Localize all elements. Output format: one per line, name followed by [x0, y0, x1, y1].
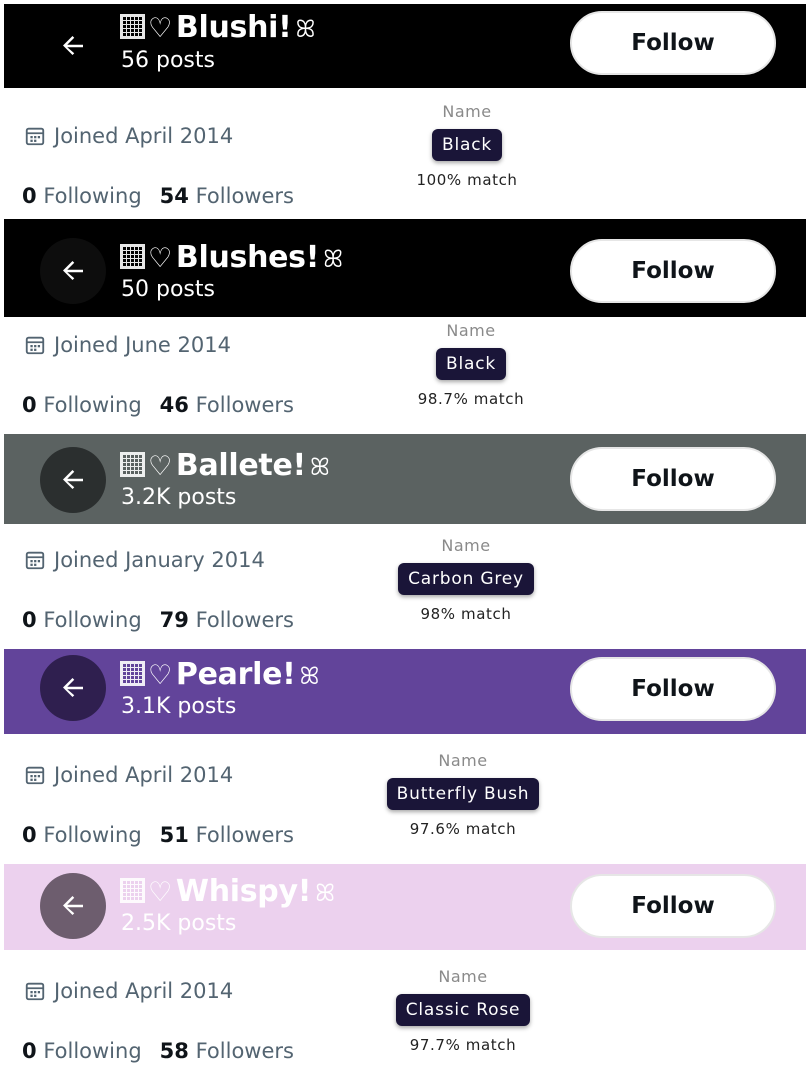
joined-date: Joined April 2014	[24, 763, 233, 787]
joined-date: Joined April 2014	[24, 124, 233, 148]
profile-info: Joined April 2014 0 Following 51 Follower…	[0, 734, 810, 864]
post-count: 2.5K posts	[121, 911, 237, 936]
back-arrow-icon	[63, 261, 83, 280]
back-arrow-icon	[63, 678, 83, 697]
ribbon-bow-icon: ꕤ	[299, 662, 320, 690]
color-name-label: Name	[438, 967, 488, 986]
profile-name: ♡ Ballete! ꕤ	[120, 448, 330, 483]
calendar-icon	[25, 766, 45, 785]
back-button[interactable]	[40, 447, 106, 513]
follow-button[interactable]: Follow	[570, 239, 776, 303]
profile-header: ♡ Whispy! ꕤ 2.5K posts Follow	[4, 864, 806, 950]
ribbon-bow-icon: ꕤ	[295, 15, 316, 43]
color-name-pill: Butterfly Bush	[386, 778, 540, 810]
post-count: 3.2K posts	[121, 485, 237, 510]
following-link[interactable]: 0 Following	[22, 184, 142, 208]
profile-info: Joined June 2014 0 Following 46 Followers…	[0, 317, 810, 434]
ribbon-bow-icon: ꕤ	[323, 245, 343, 273]
profile-header: ♡ Ballete! ꕤ 3.2K posts Follow	[4, 434, 806, 524]
color-match-percent: 97.6% match	[409, 820, 517, 838]
color-name-label: Name	[446, 321, 496, 340]
follow-button[interactable]: Follow	[570, 11, 776, 75]
heart-outline-icon: ♡	[148, 451, 172, 482]
followers-link[interactable]: 51 Followers	[160, 823, 294, 847]
followers-link[interactable]: 46 Followers	[160, 393, 294, 417]
grid-square-icon	[120, 661, 145, 686]
color-match-card: Name Butterfly Bush 97.6% match	[363, 751, 563, 838]
profile-name: ♡ Blushi! ꕤ	[120, 10, 315, 45]
heart-outline-icon: ♡	[148, 13, 172, 44]
followers-link[interactable]: 58 Followers	[160, 1039, 294, 1063]
follow-stats: 0 Following 79 Followers	[22, 608, 294, 632]
follow-button[interactable]: Follow	[570, 447, 776, 511]
profile-name: ♡ Blushes! ꕤ	[120, 240, 343, 275]
profile-header: ♡ Blushi! ꕤ 56 posts Follow	[4, 4, 806, 88]
heart-outline-icon: ♡	[148, 243, 172, 274]
heart-outline-icon: ♡	[148, 660, 172, 691]
ribbon-bow-icon: ꕤ	[315, 879, 335, 907]
post-count: 3.1K posts	[121, 694, 237, 719]
following-link[interactable]: 0 Following	[22, 1039, 142, 1063]
color-match-card: Name Carbon Grey 98% match	[386, 536, 546, 623]
back-arrow-icon	[63, 36, 83, 55]
profile-name: ♡ Pearle! ꕤ	[120, 657, 319, 692]
color-name-pill: Carbon Grey	[398, 563, 534, 595]
following-link[interactable]: 0 Following	[22, 823, 142, 847]
joined-date: Joined January 2014	[24, 548, 265, 572]
follow-stats: 0 Following 46 Followers	[22, 393, 294, 417]
grid-square-icon	[120, 878, 145, 903]
color-match-percent: 98% match	[420, 605, 512, 623]
followers-link[interactable]: 54 Followers	[160, 184, 294, 208]
joined-date: Joined June 2014	[24, 333, 231, 357]
back-button[interactable]	[40, 13, 106, 79]
color-match-card: Name Black 98.7% match	[391, 321, 551, 408]
follow-stats: 0 Following 54 Followers	[22, 184, 294, 208]
follow-stats: 0 Following 58 Followers	[22, 1039, 294, 1063]
post-count: 50 posts	[121, 277, 215, 302]
follow-button[interactable]: Follow	[570, 874, 776, 938]
back-arrow-icon	[63, 896, 83, 915]
ribbon-bow-icon: ꕤ	[309, 453, 330, 481]
follow-button[interactable]: Follow	[570, 657, 776, 721]
color-name-pill: Black	[436, 348, 506, 380]
following-link[interactable]: 0 Following	[22, 608, 142, 632]
profile-info: Joined April 2014 0 Following 54 Follower…	[0, 88, 810, 218]
color-name-label: Name	[441, 536, 491, 555]
color-name-pill: Black	[432, 129, 502, 161]
followers-link[interactable]: 79 Followers	[160, 608, 294, 632]
following-link[interactable]: 0 Following	[22, 393, 142, 417]
profile-info: Joined January 2014 0 Following 79 Follow…	[0, 524, 810, 649]
color-match-card: Name Black 100% match	[387, 102, 547, 189]
post-count: 56 posts	[121, 48, 215, 73]
grid-square-icon	[120, 452, 145, 477]
back-button[interactable]	[40, 873, 106, 939]
color-name-pill: Classic Rose	[395, 994, 531, 1026]
color-match-percent: 98.7% match	[417, 390, 525, 408]
calendar-icon	[25, 982, 45, 1001]
calendar-icon	[25, 127, 45, 146]
back-button[interactable]	[40, 655, 106, 721]
calendar-icon	[25, 336, 45, 355]
follow-stats: 0 Following 51 Followers	[22, 823, 294, 847]
color-match-percent: 97.7% match	[409, 1036, 517, 1054]
color-match-card: Name Classic Rose 97.7% match	[373, 967, 553, 1054]
color-name-label: Name	[442, 102, 492, 121]
profile-header: ♡ Blushes! ꕤ 50 posts Follow	[4, 219, 806, 317]
back-button[interactable]	[40, 238, 106, 304]
grid-square-icon	[120, 14, 145, 39]
profile-name: ♡ Whispy! ꕤ	[120, 874, 335, 909]
profile-header: ♡ Pearle! ꕤ 3.1K posts Follow	[4, 649, 806, 734]
profile-info: Joined April 2014 0 Following 58 Follower…	[0, 950, 810, 1080]
heart-outline-icon: ♡	[148, 877, 172, 908]
joined-date: Joined April 2014	[24, 979, 233, 1003]
back-arrow-icon	[63, 470, 83, 489]
color-name-label: Name	[438, 751, 488, 770]
grid-square-icon	[120, 244, 145, 269]
color-match-percent: 100% match	[416, 171, 518, 189]
calendar-icon	[25, 551, 45, 570]
